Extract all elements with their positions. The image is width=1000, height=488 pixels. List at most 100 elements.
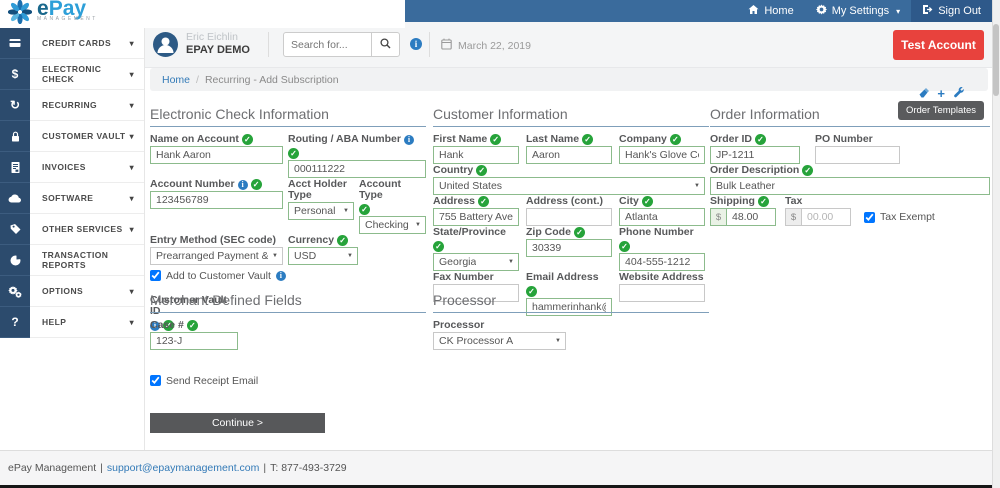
sidebar-item-customer-vault[interactable]: CUSTOMER VAULT [0, 121, 144, 152]
chevron-down-icon [130, 39, 134, 48]
po-number-input[interactable] [815, 146, 900, 164]
field-label: Email Address [526, 272, 599, 283]
address-input[interactable] [433, 208, 519, 226]
question-icon: ? [0, 307, 30, 338]
field-label: Currency [288, 235, 334, 246]
case-number-input[interactable] [150, 332, 238, 350]
send-receipt-checkbox[interactable] [150, 375, 161, 386]
section-title: Electronic Check Information [150, 106, 426, 127]
sidebar-label: CUSTOMER VAULT [42, 131, 126, 141]
sidebar-item-transaction-reports[interactable]: TRANSACTION REPORTS [0, 245, 144, 276]
test-account-button[interactable]: Test Account [893, 30, 984, 60]
support-email-link[interactable]: support@epaymanagement.com [107, 462, 260, 474]
state-province-select[interactable]: Georgia [433, 253, 519, 271]
nav-home[interactable]: Home [737, 0, 804, 22]
sidebar: CREDIT CARDS $ ELECTRONIC CHECK ↻ RECURR… [0, 28, 145, 450]
address-cont-input[interactable] [526, 208, 612, 226]
field-label: Country [433, 165, 473, 176]
acct-holder-type-select[interactable]: Personal [288, 202, 354, 220]
continue-button[interactable]: Continue > [150, 413, 325, 433]
sidebar-item-options[interactable]: OPTIONS [0, 276, 144, 307]
avatar[interactable] [153, 32, 178, 57]
sidebar-item-recurring[interactable]: ↻ RECURRING [0, 90, 144, 121]
field-label: Shipping [710, 196, 755, 207]
chevron-down-icon [130, 132, 134, 141]
sidebar-label: OTHER SERVICES [42, 224, 123, 234]
invoice-icon [0, 152, 30, 183]
sidebar-item-software[interactable]: SOFTWARE [0, 183, 144, 214]
add-to-vault-checkbox[interactable] [150, 270, 161, 281]
scrollbar-thumb[interactable] [993, 24, 999, 96]
nav-sign-out[interactable]: Sign Out [911, 0, 992, 22]
chevron-down-icon [130, 163, 134, 172]
home-icon [748, 4, 759, 18]
info-icon[interactable] [238, 180, 248, 190]
breadcrumb-home-link[interactable]: Home [162, 74, 190, 86]
city-input[interactable] [619, 208, 705, 226]
nav-sign-out-label: Sign Out [938, 5, 981, 17]
account-number-input[interactable] [150, 191, 283, 209]
phone-number-input[interactable] [619, 253, 705, 271]
field-label: Website Address [619, 272, 704, 283]
field-label: Account Type [359, 179, 426, 201]
sidebar-item-help[interactable]: ? HELP [0, 307, 144, 338]
check-icon [582, 134, 593, 145]
zip-code-input[interactable] [526, 239, 612, 257]
search-button[interactable] [371, 33, 399, 56]
check-icon [642, 196, 653, 207]
entry-method-select[interactable]: Prearranged Payment & Deposit (P [150, 247, 283, 265]
check-icon [476, 165, 487, 176]
order-id-input[interactable] [710, 146, 800, 164]
field-label: Order Description [710, 165, 799, 176]
header-divider [268, 32, 269, 57]
nav-my-settings-label: My Settings [832, 5, 889, 17]
header-band: Eric Eichlin EPAY DEMO March 22, 2019 Te… [0, 22, 992, 68]
gear-icon [816, 4, 827, 18]
sidebar-item-electronic-check[interactable]: $ ELECTRONIC CHECK [0, 59, 144, 90]
header-divider [429, 32, 430, 57]
section-merchant-defined: Merchant Defined Fields Case # [150, 292, 426, 350]
field-label: Zip Code [526, 227, 571, 238]
order-templates-tooltip[interactable]: Order Templates [898, 101, 984, 120]
section-customer: Customer Information First Name Last Nam… [433, 106, 709, 317]
first-name-input[interactable] [433, 146, 519, 164]
shipping-input[interactable] [726, 208, 776, 226]
chevron-down-icon [130, 287, 134, 296]
pie-chart-icon [0, 245, 30, 276]
name-on-account-input[interactable] [150, 146, 283, 164]
field-label: Last Name [526, 134, 579, 145]
footer-company: ePay Management [8, 462, 96, 474]
order-description-input[interactable] [710, 177, 990, 195]
routing-aba-input[interactable] [288, 160, 426, 178]
field-label: Case # [150, 320, 184, 331]
field-label: Address [433, 196, 475, 207]
field-label: Company [619, 134, 667, 145]
sidebar-label: ELECTRONIC CHECK [42, 64, 130, 84]
search-input[interactable] [284, 33, 371, 56]
info-icon[interactable] [276, 271, 286, 281]
main-form: Order Templates Electronic Check Informa… [145, 92, 990, 452]
company-input[interactable] [619, 146, 705, 164]
last-name-input[interactable] [526, 146, 612, 164]
account-type-select[interactable]: Checking [359, 216, 426, 234]
sign-out-icon [922, 4, 933, 18]
chevron-down-icon [130, 225, 134, 234]
sidebar-item-credit-cards[interactable]: CREDIT CARDS [0, 28, 144, 59]
plus-icon[interactable] [937, 88, 945, 100]
tax-input[interactable] [801, 208, 851, 226]
section-title: Customer Information [433, 106, 709, 127]
tax-exempt-checkbox[interactable] [864, 212, 875, 223]
currency-select[interactable]: USD [288, 247, 358, 265]
field-label: Tax [785, 196, 802, 207]
nav-my-settings[interactable]: My Settings [805, 0, 911, 22]
sidebar-item-invoices[interactable]: INVOICES [0, 152, 144, 183]
info-icon[interactable] [404, 135, 414, 145]
check-icon [574, 227, 585, 238]
check-icon [359, 204, 370, 215]
sidebar-item-other-services[interactable]: OTHER SERVICES [0, 214, 144, 245]
info-icon[interactable] [410, 38, 422, 50]
footer-phone: T: 877-493-3729 [270, 462, 346, 474]
country-select[interactable]: United States [433, 177, 705, 195]
field-label: Name on Account [150, 134, 239, 145]
processor-select[interactable]: CK Processor A [433, 332, 566, 350]
